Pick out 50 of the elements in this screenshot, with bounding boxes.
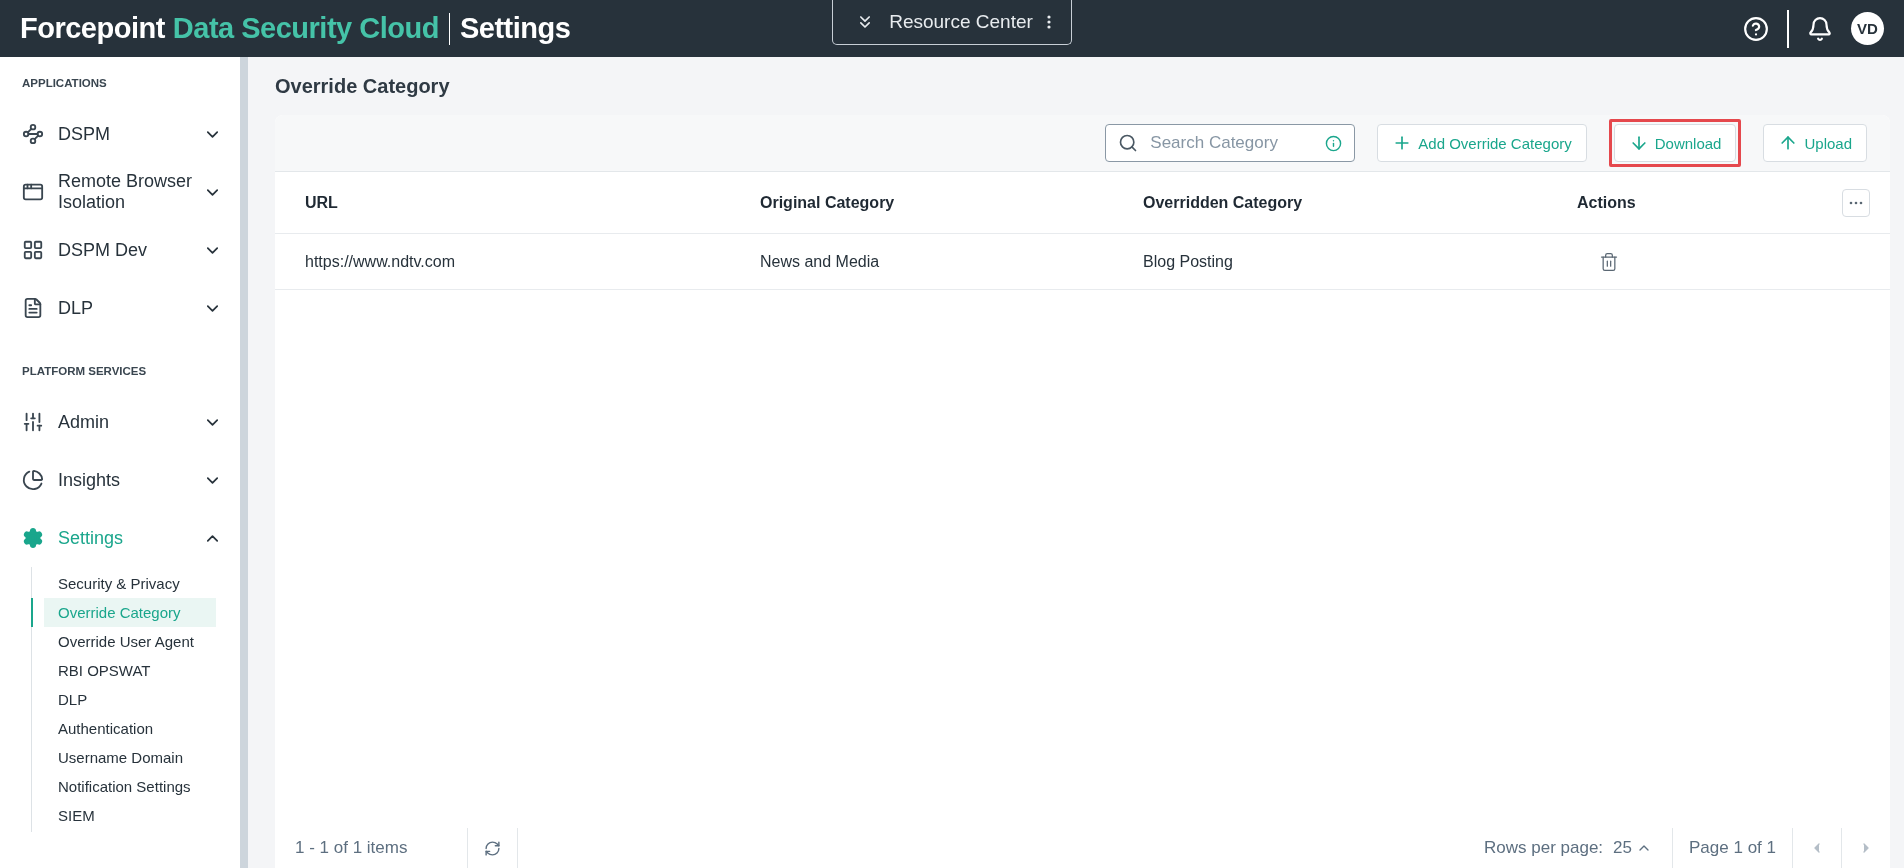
ellipsis-icon [1849,200,1863,205]
brand-name: Forcepoint [20,12,165,45]
pie-chart-icon [22,469,44,491]
sidebar-item[interactable]: DSPM [0,105,240,163]
sidebar-item[interactable]: DLP [0,279,240,337]
search-field[interactable]: Search Category [1105,124,1356,162]
rows-per-page-label: Rows per page: [1484,838,1604,858]
table-cell: News and Media [730,234,1113,290]
sliders-icon [22,411,44,433]
sidebar-subitem[interactable]: Username Domain [31,743,216,772]
delete-button[interactable] [1599,251,1619,272]
info-icon[interactable] [1325,134,1343,152]
resource-center-button[interactable]: Resource Center [832,0,1072,45]
column-header-label: Actions [1577,193,1636,212]
rows-per-page-select[interactable]: 25 [1603,838,1673,858]
section-heading: APPLICATIONS [21,77,108,89]
sidebar-subitem[interactable]: Override User Agent [31,627,216,656]
page-title: Override Category [275,75,451,98]
sidebar-subitem[interactable]: Security & Privacy [31,569,216,598]
sidebar-scrollbar[interactable] [240,57,248,868]
sidebar-item[interactable]: Admin [0,393,240,451]
sidebar-item[interactable]: Remote Browser Isolation [0,163,240,221]
sidebar-subitem[interactable]: Authentication [31,714,216,743]
column-header: Original Category [730,172,1113,234]
items-range: 1 - 1 of 1 items [294,838,409,858]
sidebar-subitem[interactable]: RBI OPSWAT [31,656,216,685]
bell-icon[interactable] [1807,15,1833,42]
page-indicator: Page 1 of 1 [1689,838,1776,858]
sidebar-item[interactable]: DSPM Dev [0,221,240,279]
product-name: Data Security Cloud [172,12,439,45]
section-heading: PLATFORM SERVICES [21,365,148,377]
kebab-icon [1046,15,1051,29]
sidebar-subitem[interactable]: DLP [31,685,216,714]
screen-icon [22,181,44,203]
nodes-icon [22,123,44,145]
document-icon [22,297,44,319]
refresh-icon[interactable] [484,839,502,857]
search-icon [1118,133,1139,153]
grid-icon [22,239,44,261]
column-header: URL [275,172,730,234]
sidebar-item[interactable]: Insights [0,451,240,509]
sidebar-subitem[interactable]: SIEM [31,801,216,830]
sidebar-subitem[interactable]: Notification Settings [31,772,216,801]
table-cell: Blog Posting [1113,234,1547,290]
help-icon[interactable] [1743,15,1769,42]
column-header: Overridden Category [1113,172,1547,234]
trash-icon [1599,251,1619,272]
section-title: Settings [459,12,571,45]
table-cell: https://www.ndtv.com [275,234,730,290]
user-avatar[interactable]: VD [1851,12,1884,45]
